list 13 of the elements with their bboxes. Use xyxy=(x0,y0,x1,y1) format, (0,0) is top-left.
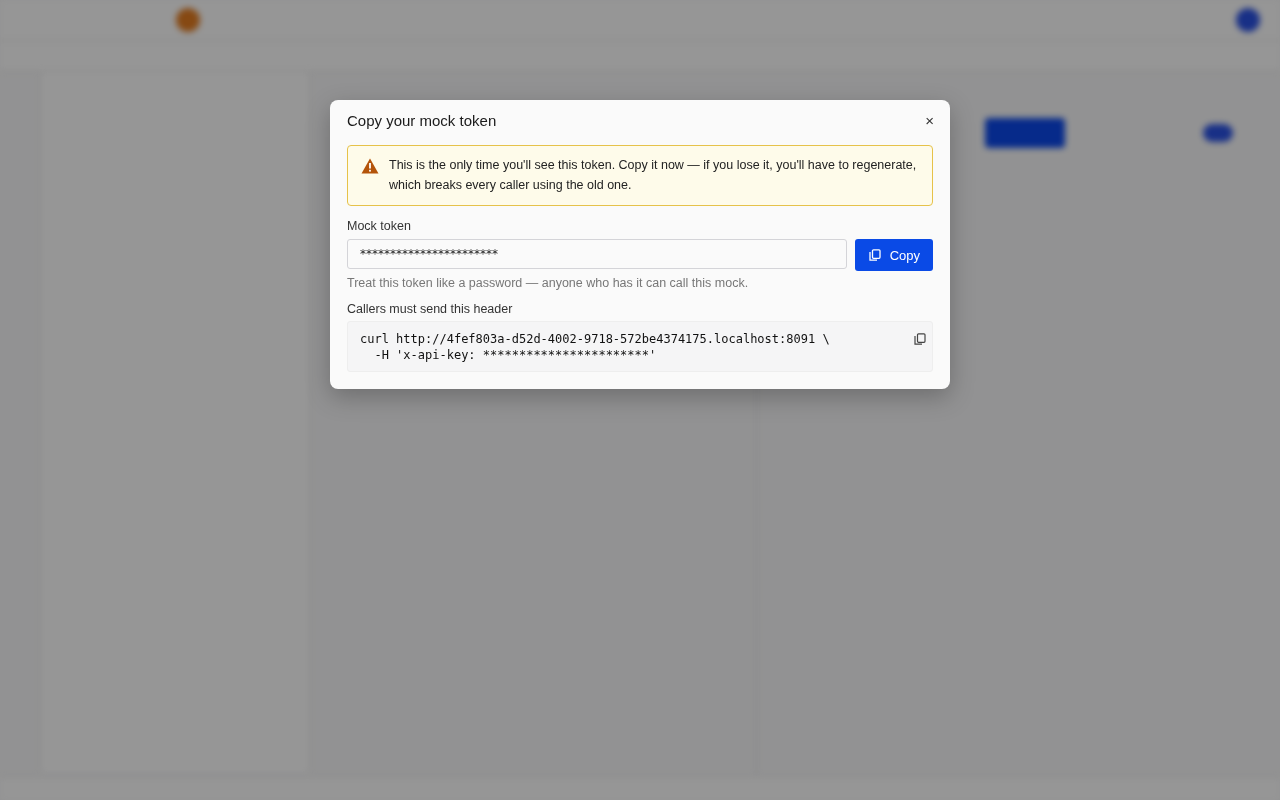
close-button[interactable]: × xyxy=(923,112,936,128)
section-label: Callers must send this header xyxy=(347,302,513,316)
field-label: Mock token xyxy=(347,219,411,233)
warning-text: This is the only time you'll see this token. Copy it now — if you lose it, you'll have to regenerate, which breaks every caller using the old one. xyxy=(389,157,918,194)
code-line: curl http://4fef803a-d52d-4002-9718-572be4374175.localhost:8091 \ xyxy=(360,331,830,347)
warning-icon xyxy=(361,158,379,174)
copy-icon[interactable] xyxy=(914,333,926,345)
hint-text: Treat this token like a password — anyone who has it can call this mock. xyxy=(347,276,749,290)
copy-icon xyxy=(868,249,881,261)
copy-button[interactable]: Copy xyxy=(854,239,933,271)
code-line: -H 'x-api-key: ***********************' xyxy=(373,347,657,363)
token-field[interactable]: *********************** xyxy=(347,239,847,269)
dialog-title: Copy your mock token xyxy=(347,111,497,129)
